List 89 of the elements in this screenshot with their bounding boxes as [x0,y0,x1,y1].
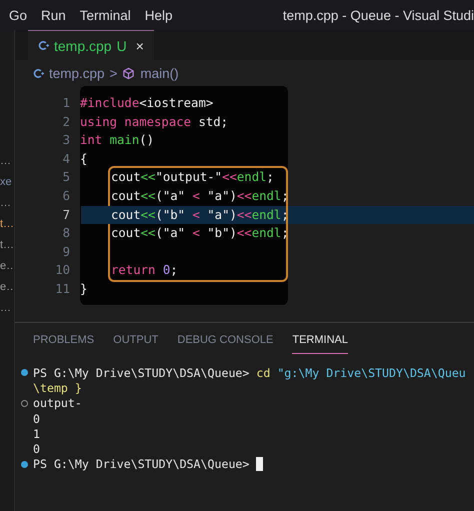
code-token: cout [111,208,141,222]
line-number: 8 [62,225,71,242]
code-token: ; [266,170,274,184]
cube-icon [122,66,136,80]
explorer-item[interactable]: … [0,302,14,315]
code-token: { [80,152,88,166]
line-number: 1 [62,95,71,112]
cpp-file-icon [33,68,44,78]
code-token: endl [252,188,282,203]
code-token: "b") [206,226,237,240]
line-number: 4 [62,150,71,168]
menu-item[interactable]: Help [144,8,173,22]
code-token: cout [111,226,141,240]
code-token: cout [111,170,141,184]
code-token: endl [236,170,267,184]
explorer-item[interactable]: xe [0,176,14,189]
explorer-item[interactable]: e… [0,260,14,273]
code-token: < [192,188,200,203]
code-token: << [222,170,237,184]
code-token: endl [252,226,282,240]
explorer-item[interactable]: … [0,155,14,168]
code-token: << [236,188,252,203]
breadcrumb-separator: > [110,66,118,80]
line-number: 9 [62,244,71,261]
code-token: << [140,226,156,240]
terminal-line: output- [33,396,82,410]
code-token: ; [170,263,178,278]
code-token: "a") [206,188,237,203]
code-token: ; [281,188,289,203]
terminal-line: 1 [33,426,40,441]
terminal-line: 0 [33,442,40,456]
breadcrumb-file[interactable]: temp.cpp [49,66,105,80]
menu-item[interactable]: Terminal [80,8,131,22]
code-token: return [111,263,156,278]
code-token: main [110,133,140,148]
line-number: 6 [62,188,71,205]
code-token: << [140,208,156,222]
code-token: ("a" [155,226,186,240]
code-token: int [80,133,104,148]
window-title: temp.cpp - Queue - Visual Studi [282,8,474,22]
status-dot-icon [20,400,28,407]
panel-tab[interactable]: DEBUG CONSOLE [177,334,274,353]
code-token: "a") [206,208,237,222]
code-token: ; [281,226,289,240]
explorer-item[interactable]: … [0,197,14,210]
menu-item[interactable]: Run [41,8,66,22]
terminal-line: \temp } [33,380,82,395]
code-token: ; [281,208,289,222]
code-token: cout [111,188,141,203]
code-token: << [140,170,156,184]
code-token: () [139,133,154,148]
explorer-item[interactable]: t… [0,218,14,231]
status-dot-icon [20,460,28,468]
code-token: } [80,282,88,296]
terminal-line: PS G:\My Drive\STUDY\DSA\Queue> [33,457,250,472]
code-token: << [236,208,252,222]
terminal-line: 0 [33,412,40,426]
code-token: < [192,226,200,240]
explorer-item[interactable]: t… [0,239,14,252]
line-number: 3 [62,132,71,150]
panel-tab[interactable]: TERMINAL [292,334,348,354]
code-token: std; [198,114,228,129]
code-token: #include [80,96,140,110]
code-token: endl [252,208,282,222]
line-number: 10 [54,262,71,280]
code-token: "output-" [155,170,222,184]
line-number: 11 [54,280,71,298]
breadcrumb-symbol[interactable]: main() [140,66,179,80]
code-token: ("b" [155,208,186,222]
code-token: < [192,208,200,222]
code-token: using namespace [80,114,192,129]
status-dot-icon [20,369,28,376]
editor-tab[interactable]: temp.cpp U × [28,30,154,60]
code-token: 0 [162,263,170,278]
panel-tab[interactable]: OUTPUT [113,334,158,353]
explorer-item[interactable]: e… [0,281,14,294]
close-icon[interactable]: × [136,38,144,54]
terminal-line: PS G:\My Drive\STUDY\DSA\Queue> cd "g:\My Drive\STUDY\DSA\Queu [33,366,466,380]
line-number: 2 [62,114,71,131]
code-token: << [236,226,252,240]
menu-item[interactable]: Go [9,8,28,22]
panel-tab[interactable]: PROBLEMS [33,334,94,353]
code-token: <iostream> [139,96,214,110]
cpp-file-icon [38,40,49,51]
line-number: 7 [62,206,71,224]
code-token: ("a" [155,188,186,203]
line-number: 5 [62,169,71,186]
terminal-cursor [256,457,264,472]
code-token: << [140,188,156,203]
